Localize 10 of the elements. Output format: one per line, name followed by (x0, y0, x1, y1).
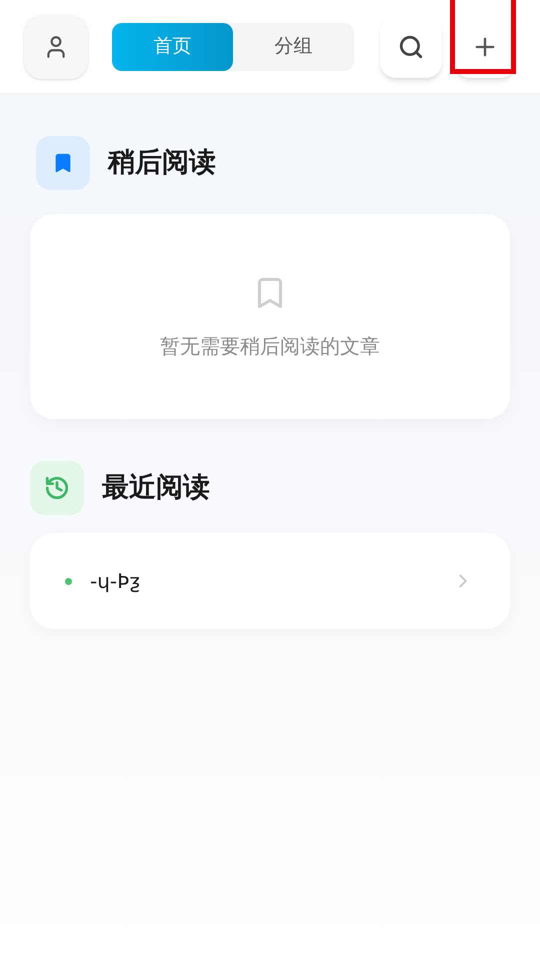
tab[interactable]: 分组 (233, 22, 354, 70)
history-icon (44, 475, 70, 501)
recent-item[interactable]: -ɥ-Þƺ (30, 533, 510, 629)
search-icon (398, 34, 424, 60)
article-title: -ɥ-Þƺ (90, 568, 140, 595)
profile-button[interactable] (24, 14, 88, 78)
search-button[interactable] (380, 16, 442, 78)
empty-message: 暂无需要稍后阅读的文章 (160, 332, 380, 360)
section-title: 最近阅读 (102, 470, 210, 505)
section-title: 稍后阅读 (108, 146, 216, 180)
